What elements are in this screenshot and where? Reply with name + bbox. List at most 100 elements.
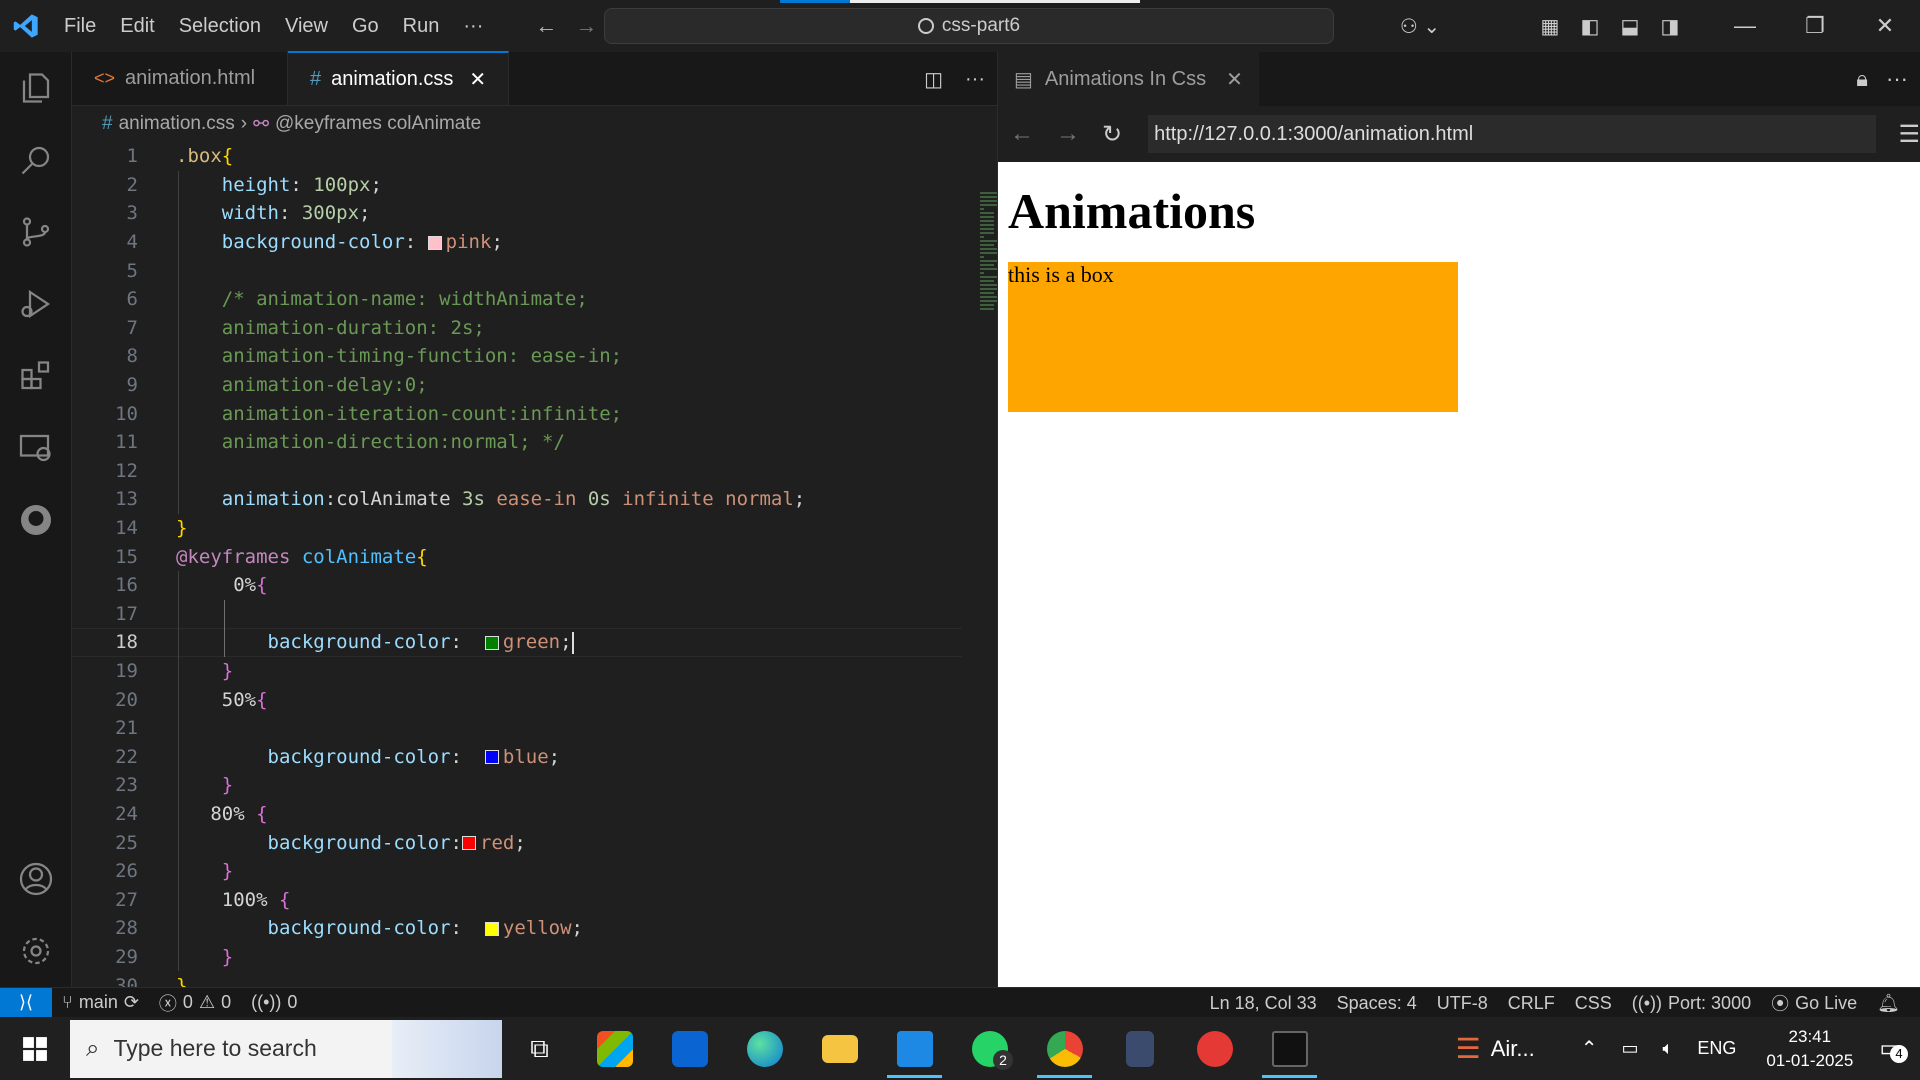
code-editor[interactable]: 1 .box{2 height: 100px; 3 width: 300px; 4 b… [72,142,962,987]
browser-back-icon[interactable]: ← [1010,120,1034,148]
extensions-icon[interactable] [0,340,72,412]
end-of-line[interactable]: CRLF [1498,993,1565,1014]
code-line[interactable]: 6 /* animation-name: widthAnimate; [72,285,962,314]
tab-animation-html[interactable]: <> animation.html [72,51,288,105]
breadcrumb-file[interactable]: animation.css [119,113,235,135]
menu-item[interactable]: Selection [167,15,273,38]
air-quality-widget[interactable]: ☰ Air... [1456,1032,1569,1065]
ports-indicator[interactable]: ((•)) 0 [241,992,307,1013]
code-line[interactable]: 27 100% { [72,885,962,914]
color-swatch[interactable] [462,836,476,851]
menu-item[interactable]: View [273,15,340,38]
language-mode[interactable]: CSS [1565,993,1622,1014]
language-indicator[interactable]: ENG [1685,1038,1748,1059]
calculator-icon[interactable] [1102,1017,1177,1080]
file-explorer-icon[interactable] [802,1017,877,1080]
code-line[interactable]: 17 [72,600,962,629]
more-actions-icon[interactable]: ··· [965,68,985,91]
code-line[interactable]: 18 background-color: green; [72,628,962,657]
close-window-button[interactable]: ✕ [1850,0,1920,52]
code-line[interactable]: 26 } [72,857,962,886]
reload-icon[interactable]: ↻ [1102,120,1122,149]
code-line[interactable]: 9 animation-delay:0; [72,371,962,400]
command-center[interactable]: css-part6 [604,8,1334,44]
code-line[interactable]: 22 background-color: blue; [72,742,962,771]
go-live-button[interactable]: ⦿ Go Live [1761,990,1867,1016]
search-icon[interactable] [0,124,72,196]
code-line[interactable]: 20 50%{ [72,685,962,714]
indentation[interactable]: Spaces: 4 [1327,993,1427,1014]
code-line[interactable]: 16 0%{ [72,571,962,600]
code-line[interactable]: 5 [72,256,962,285]
notifications-bell-icon[interactable]: 🔔︎ [1867,993,1910,1014]
hamburger-menu-icon[interactable]: ☰ [1898,120,1920,149]
remote-explorer-icon[interactable] [0,412,72,484]
terminal-icon[interactable] [1252,1017,1327,1080]
code-line[interactable]: 3 width: 300px; [72,199,962,228]
menu-item[interactable]: Edit [108,15,166,38]
run-debug-icon[interactable] [0,268,72,340]
clock[interactable]: 23:41 01-01-2025 [1748,1025,1871,1073]
task-view-icon[interactable]: ⧉ [502,1017,577,1080]
menu-item[interactable]: Run [391,15,452,38]
whatsapp-icon[interactable]: 2 [952,1017,1027,1080]
breadcrumb-symbol[interactable]: @keyframes colAnimate [275,113,481,135]
problems-indicator[interactable]: ⓧ 0 ⚠ 0 [149,990,241,1016]
code-line[interactable]: 1 .box{ [72,142,962,171]
edge-icon[interactable] [727,1017,802,1080]
code-line[interactable]: 12 [72,457,962,486]
taskbar-search[interactable]: ⌕ Type here to search [70,1019,502,1078]
code-line[interactable]: 15 @keyframes colAnimate{ [72,542,962,571]
close-tab-icon[interactable]: ✕ [1226,67,1243,92]
menu-item[interactable]: Go [340,15,391,38]
toggle-panel-icon[interactable]: ⬓ [1610,0,1650,52]
code-line[interactable]: 14} [72,514,962,543]
code-line[interactable]: 23 } [72,771,962,800]
chrome-icon[interactable] [1027,1017,1102,1080]
browser-forward-icon[interactable]: → [1056,120,1080,148]
close-tab-icon[interactable]: ✕ [469,67,486,92]
mail-icon[interactable] [652,1017,727,1080]
windows-start-icon[interactable] [0,1017,70,1080]
show-hidden-icons-icon[interactable]: ⌃ [1569,1036,1610,1061]
restore-button[interactable]: ❐ [1780,0,1850,52]
minimize-button[interactable]: — [1710,0,1780,52]
code-line[interactable]: 29 } [72,943,962,972]
code-line[interactable]: 21 [72,714,962,743]
vscode-taskbar-icon[interactable] [877,1017,952,1080]
settings-gear-icon[interactable] [0,915,72,987]
code-line[interactable]: 24 80% { [72,800,962,829]
speaker-muted-icon[interactable]: 🔈︎ [1651,1038,1686,1059]
code-line[interactable]: 2 height: 100px; [72,171,962,200]
sync-icon[interactable]: ⟳ [124,992,139,1013]
code-line[interactable]: 7 animation-duration: 2s; [72,314,962,343]
url-bar[interactable]: http://127.0.0.1:3000/animation.html [1148,115,1877,153]
code-line[interactable]: 4 background-color: pink; [72,228,962,257]
toggle-secondary-sidebar-icon[interactable]: ◨ [1650,0,1690,52]
browser-tab[interactable]: ▤ Animations In Css ✕ [998,52,1259,106]
github-icon[interactable] [0,484,72,556]
remote-indicator-icon[interactable]: ⟩⟨ [0,987,52,1018]
source-control-icon[interactable] [0,196,72,268]
back-arrow-icon[interactable]: ← [535,13,557,39]
accounts-icon[interactable] [0,843,72,915]
code-line[interactable]: 8 animation-timing-function: ease-in; [72,342,962,371]
lock-icon[interactable]: 🔒︎ [1856,66,1868,92]
live-server-port[interactable]: ((•)) Port: 3000 [1622,993,1761,1014]
explorer-icon[interactable] [0,52,72,124]
split-editor-icon[interactable]: ◫ [924,67,943,92]
code-line[interactable]: 28 background-color: yellow; [72,914,962,943]
battery-icon[interactable]: ▭ [1610,1038,1651,1059]
code-line[interactable]: 13 animation:colAnimate 3s ease-in 0s in… [72,485,962,514]
code-line[interactable]: 19 } [72,657,962,686]
color-swatch[interactable] [427,235,442,250]
code-line[interactable]: 30} [72,971,962,987]
color-swatch[interactable] [484,635,499,650]
menu-item[interactable]: ··· [451,15,495,38]
color-swatch[interactable] [484,750,499,765]
toggle-sidebar-icon[interactable]: ◧ [1570,0,1610,52]
copilot-icon[interactable]: ⚇ ⌄ [1390,0,1450,52]
wps-office-icon[interactable] [1177,1017,1252,1080]
cursor-position[interactable]: Ln 18, Col 33 [1200,993,1327,1014]
code-line[interactable]: 25 background-color: red; [72,828,962,857]
